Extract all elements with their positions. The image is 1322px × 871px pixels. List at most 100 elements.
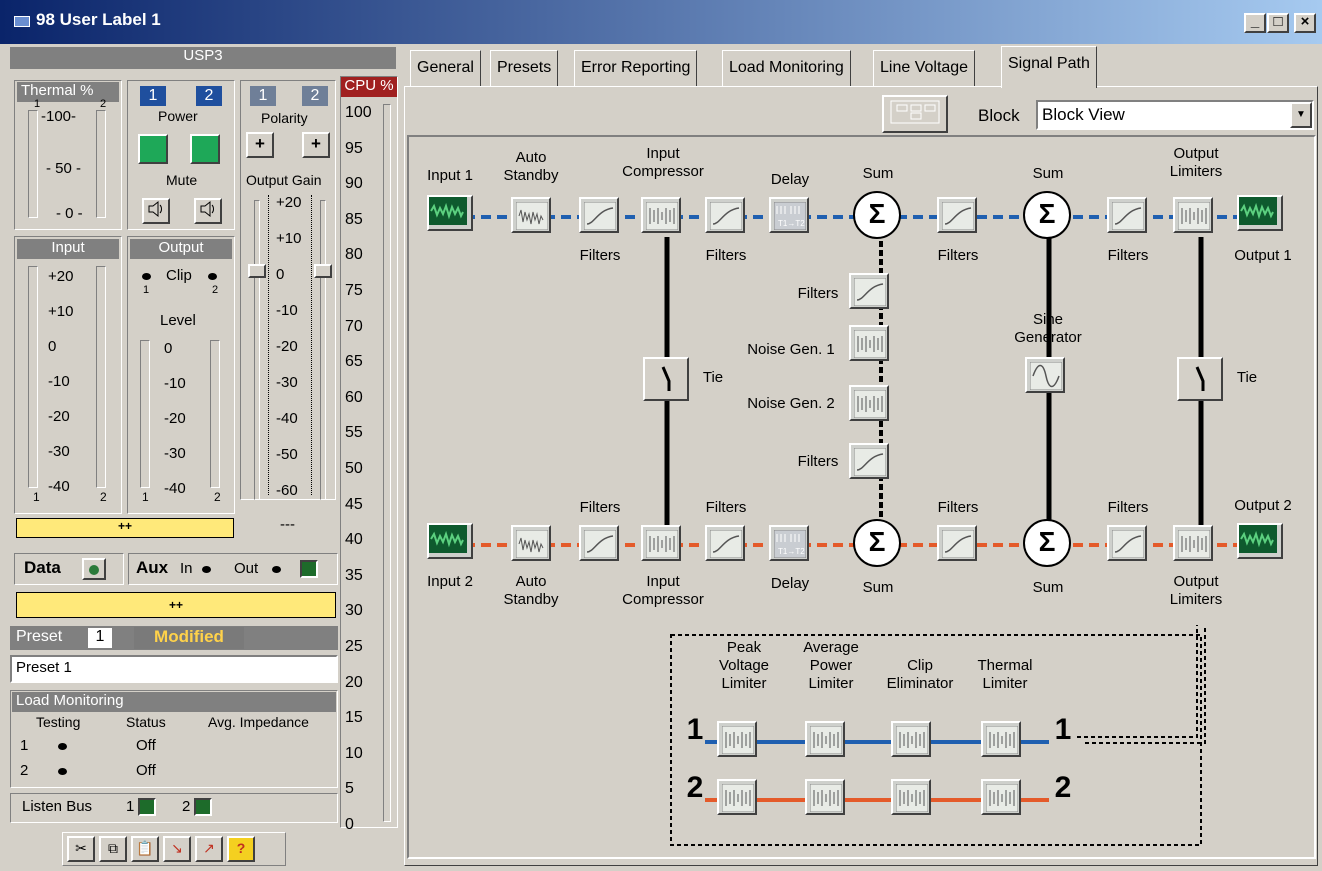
swap-2-1-icon[interactable]: ↗ <box>195 836 223 862</box>
filters-label: Filters <box>705 499 747 516</box>
signal-path-diagram <box>407 135 1316 859</box>
power-ch2-button[interactable] <box>190 134 220 164</box>
filters-block-10[interactable] <box>1107 525 1147 561</box>
preset-name-field[interactable]: Preset 1 <box>10 655 338 683</box>
input-compressor-block-2[interactable] <box>641 525 681 561</box>
tie-switch-1[interactable] <box>643 357 689 401</box>
tab-signal-path[interactable]: Signal Path <box>1001 46 1097 88</box>
gain-slider-thumb-1[interactable] <box>248 264 266 278</box>
limiter-block-ch1-3[interactable] <box>891 721 931 757</box>
block-view-select[interactable]: Block View ▼ <box>1036 100 1314 130</box>
output-tick: -30 <box>164 445 186 462</box>
tie-switch-2[interactable] <box>1177 357 1223 401</box>
preset-modified-badge: Modified <box>134 627 244 649</box>
auto-standby-block-1[interactable] <box>511 197 551 233</box>
limiter-block-ch2-1[interactable] <box>717 779 757 815</box>
gain-tick: -10 <box>276 302 298 319</box>
help-icon[interactable]: ? <box>227 836 255 862</box>
filters-block-9[interactable] <box>937 525 977 561</box>
preset-number[interactable]: 1 <box>88 628 112 648</box>
sine-generator-block[interactable] <box>1025 357 1065 393</box>
tab-load-monitoring[interactable]: Load Monitoring <box>722 50 851 86</box>
sum-block-4[interactable]: Σ <box>1023 519 1071 567</box>
data-button[interactable] <box>82 558 106 580</box>
limiter-block-ch2-3[interactable] <box>891 779 931 815</box>
cut-icon[interactable]: ✂ <box>67 836 95 862</box>
gain-slider-track-2[interactable] <box>320 200 326 500</box>
filters-block-3[interactable] <box>937 197 977 233</box>
comp-icon <box>854 330 886 358</box>
aux-out-button[interactable] <box>300 560 318 578</box>
filters-block-2[interactable] <box>705 197 745 233</box>
filters-block-1[interactable] <box>579 197 619 233</box>
mute-ch2-button[interactable] <box>194 198 222 224</box>
output-2-block[interactable] <box>1237 523 1283 559</box>
input-compressor-block-1[interactable] <box>641 197 681 233</box>
load-testing-led[interactable] <box>58 768 67 775</box>
filters-block-8[interactable] <box>705 525 745 561</box>
listen-bus-ch2-button[interactable] <box>194 798 212 816</box>
aux-in-label: In <box>180 560 193 577</box>
delay-block-1[interactable]: T1→T2 <box>769 197 809 233</box>
tab-general[interactable]: General <box>410 50 481 86</box>
sum-block-1[interactable]: Σ <box>853 191 901 239</box>
paste-icon[interactable]: 📋 <box>131 836 159 862</box>
window-icon[interactable] <box>14 16 30 27</box>
output-limiters-block-1[interactable] <box>1173 197 1213 233</box>
wave-icon <box>516 530 548 558</box>
filter-icon <box>710 202 742 230</box>
input-1-block[interactable] <box>427 195 473 231</box>
limiter-block-ch2-4[interactable] <box>981 779 1021 815</box>
peak-voltage-limiter-label: Peak Voltage Limiter <box>718 639 770 692</box>
gain-slider-thumb-2[interactable] <box>314 264 332 278</box>
output-limiters-block-2[interactable] <box>1173 525 1213 561</box>
sum-block-3[interactable]: Σ <box>853 519 901 567</box>
tab-presets[interactable]: Presets <box>490 50 559 86</box>
cpu-tick: 65 <box>345 353 363 371</box>
filters-block-4[interactable] <box>1107 197 1147 233</box>
led-icon <box>89 565 99 575</box>
listen-bus-label: Listen Bus <box>22 798 93 815</box>
filters-block-5[interactable] <box>849 273 889 309</box>
delay-block-2[interactable]: T1→T2 <box>769 525 809 561</box>
load-testing-led[interactable] <box>58 743 67 750</box>
copy-icon[interactable]: ⧉ <box>99 836 127 862</box>
output-1-block[interactable] <box>1237 195 1283 231</box>
input-2-block[interactable] <box>427 523 473 559</box>
clip-led-1 <box>142 273 151 280</box>
mute-ch1-button[interactable] <box>142 198 170 224</box>
cpu-tick: 10 <box>345 744 363 762</box>
limiter-block-ch2-2[interactable] <box>805 779 845 815</box>
polarity-ch1-button[interactable]: + <box>246 132 274 158</box>
limiter-block-ch1-4[interactable] <box>981 721 1021 757</box>
chevron-down-icon[interactable]: ▼ <box>1290 102 1312 128</box>
tab-error-reporting[interactable]: Error Reporting <box>574 50 698 86</box>
filters-label: Filters <box>797 285 839 302</box>
input-tick: -40 <box>48 478 70 495</box>
level-label: Level <box>160 312 196 329</box>
noise-gen-2-block[interactable] <box>849 385 889 421</box>
listen-bus-ch2: 2 <box>182 798 191 815</box>
filters-block-7[interactable] <box>579 525 619 561</box>
cpu-tick: 30 <box>345 602 363 620</box>
average-power-limiter-label: Average Power Limiter <box>803 639 859 692</box>
filters-block-6[interactable] <box>849 443 889 479</box>
tab-line-voltage[interactable]: Line Voltage <box>873 50 976 86</box>
cpu-tick: 70 <box>345 317 363 335</box>
close-button[interactable]: × <box>1294 13 1316 33</box>
output-meter-1 <box>140 340 150 488</box>
sum-block-2[interactable]: Σ <box>1023 191 1071 239</box>
power-ch1-button[interactable] <box>138 134 168 164</box>
filters-label: Filters <box>797 453 839 470</box>
limiter-block-ch1-1[interactable] <box>717 721 757 757</box>
polarity-ch2-button[interactable]: + <box>302 132 330 158</box>
minimize-button[interactable]: _ <box>1244 13 1266 33</box>
listen-bus-ch1-button[interactable] <box>138 798 156 816</box>
gain-slider-track-1[interactable] <box>254 200 260 500</box>
block-view-icon[interactable] <box>882 95 948 133</box>
noise-gen-1-block[interactable] <box>849 325 889 361</box>
maximize-button[interactable]: □ <box>1267 13 1289 33</box>
limiter-block-ch1-2[interactable] <box>805 721 845 757</box>
auto-standby-block-2[interactable] <box>511 525 551 561</box>
swap-1-2-icon[interactable]: ↘ <box>163 836 191 862</box>
